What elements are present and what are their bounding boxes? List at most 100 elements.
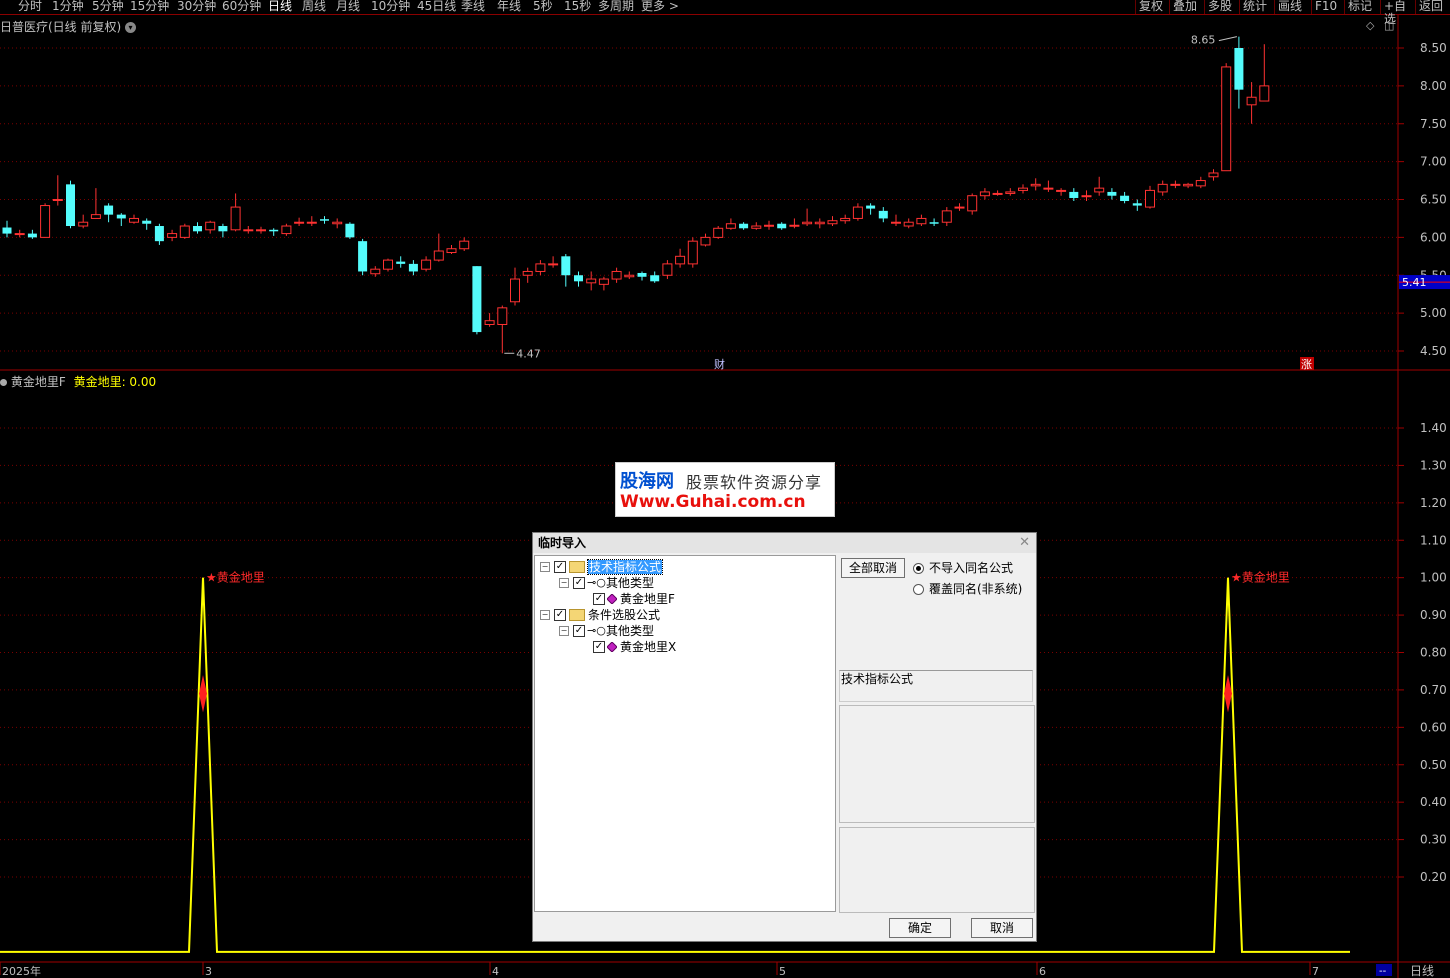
indicator-tick-label: 1.20 [1420, 496, 1447, 510]
period-tab-4[interactable]: 30分钟 [177, 0, 216, 13]
collapse-icon[interactable]: − [540, 609, 550, 620]
candle-body [193, 226, 202, 232]
toolbar-button-7[interactable]: +自选 [1380, 0, 1415, 26]
tree-node-other-1[interactable]: − ✓ ⊸○其他类型 [559, 574, 654, 590]
diamond-icon[interactable]: ◇ [1366, 19, 1374, 32]
chart-settings-icons[interactable]: ◇ ◫ [1366, 19, 1394, 32]
candle-body [78, 221, 89, 227]
candle-body [929, 222, 939, 224]
tree-node-select[interactable]: − ✓ 条件选股公式 [540, 606, 660, 622]
period-tab-6[interactable]: 日线 [268, 0, 292, 13]
close-icon[interactable]: ✕ [1019, 535, 1030, 550]
tree-label-formula-x[interactable]: 黄金地里X [620, 640, 676, 654]
low-price-label: 4.47 [516, 347, 541, 360]
candle-body [586, 278, 597, 284]
tree-label-formula-f[interactable]: 黄金地里F [620, 592, 675, 606]
candle-body [1107, 191, 1117, 196]
tree-node-formula-x[interactable]: ✓ 黄金地里X [589, 638, 676, 654]
price-tick-label: 7.00 [1420, 155, 1447, 169]
radio-overwrite[interactable]: 覆盖同名(非系统) [913, 582, 1022, 596]
period-tab-5[interactable]: 60分钟 [222, 0, 261, 13]
cancel-button[interactable]: 取消 [971, 918, 1033, 938]
last-price-label: 5.41 [1402, 276, 1427, 289]
dropdown-icon[interactable]: ▾ [125, 22, 137, 33]
candle-body [574, 275, 583, 282]
indicator-tick-label: 0.30 [1420, 833, 1447, 847]
tree-label-other-1[interactable]: 其他类型 [606, 576, 654, 590]
tree-label-tech[interactable]: 技术指标公式 [586, 558, 664, 575]
tree-label-other-2[interactable]: 其他类型 [606, 624, 654, 638]
tree-node-formula-f[interactable]: ✓ 黄金地里F [589, 590, 675, 606]
period-tab-13[interactable]: 5秒 [533, 0, 553, 13]
period-tab-12[interactable]: 年线 [497, 0, 521, 13]
tree-label-select[interactable]: 条件选股公式 [588, 608, 660, 622]
ok-button[interactable]: 确定 [889, 918, 951, 938]
period-tab-8[interactable]: 月线 [336, 0, 360, 13]
period-tab-2[interactable]: 5分钟 [92, 0, 124, 13]
checkbox-tech[interactable]: ✓ [554, 560, 566, 573]
candle-body [624, 274, 635, 278]
candle-body [650, 275, 660, 282]
period-tab-11[interactable]: 季线 [461, 0, 485, 13]
period-tab-7[interactable]: 周线 [302, 0, 326, 13]
candle-body [358, 241, 368, 272]
toolbar-button-5[interactable]: F10 [1311, 0, 1344, 14]
checkbox-other-1[interactable]: ✓ [573, 576, 585, 589]
candle-body [484, 320, 495, 325]
deselect-all-button[interactable]: 全部取消 [841, 558, 905, 578]
candle-body [218, 226, 228, 232]
candle-body [205, 221, 216, 231]
candle-body [777, 223, 787, 229]
period-tab-9[interactable]: 10分钟 [371, 0, 410, 13]
indicator-header: 黄金地里F 黄金地里: 0.00 [0, 373, 156, 390]
candle-body [1208, 172, 1219, 178]
indicator-dot-icon[interactable] [0, 379, 7, 386]
date-label: 5 [779, 965, 786, 978]
formula-tree[interactable]: − ✓ 技术指标公式 − ✓ ⊸○其他类型 ✓ 黄金地里F − ✓ 条件选股公式 − ✓ ⊸○其他… [534, 555, 836, 912]
toolbar-button-8[interactable]: 返回 [1415, 0, 1450, 14]
toolbar-button-4[interactable]: 画线 [1274, 0, 1311, 14]
period-tab-15[interactable]: 多周期 [598, 0, 634, 13]
candle-body [1094, 187, 1105, 193]
collapse-icon[interactable]: − [540, 561, 550, 572]
toolbar-button-0[interactable]: 复权 [1135, 0, 1169, 14]
radio-no-import[interactable]: 不导入同名公式 [913, 561, 1013, 575]
date-label: 7 [1312, 965, 1319, 978]
radio-no-import-label: 不导入同名公式 [929, 561, 1014, 575]
candle-body [1069, 191, 1079, 198]
checkbox-other-2[interactable]: ✓ [573, 624, 585, 637]
candle-body [852, 206, 863, 219]
toolbar-button-3[interactable]: 统计 [1239, 0, 1274, 14]
radio-button[interactable] [913, 563, 924, 574]
candle-body [243, 229, 254, 232]
tree-node-other-2[interactable]: − ✓ ⊸○其他类型 [559, 622, 654, 638]
period-tab-0[interactable]: 分时 [18, 0, 42, 13]
tree-node-tech[interactable]: − ✓ 技术指标公式 [540, 558, 664, 575]
candle-body [1183, 183, 1194, 187]
candle-body [814, 221, 825, 225]
window-icon[interactable]: ◫ [1384, 19, 1394, 32]
checkbox-formula-f[interactable]: ✓ [593, 592, 605, 605]
collapse-icon[interactable]: − [559, 577, 569, 588]
toolbar-button-1[interactable]: 叠加 [1169, 0, 1204, 14]
candle-body [764, 224, 774, 227]
period-tab-10[interactable]: 45日线 [417, 0, 456, 13]
candle-body [662, 263, 673, 276]
candle-body [1234, 48, 1244, 90]
checkbox-select[interactable]: ✓ [554, 608, 566, 621]
period-tab-1[interactable]: 1分钟 [52, 0, 84, 13]
checkbox-formula-x[interactable]: ✓ [593, 640, 605, 653]
candle-body [116, 214, 126, 219]
candle-body [802, 221, 813, 225]
candle-body [916, 217, 927, 225]
period-tab-3[interactable]: 15分钟 [130, 0, 169, 13]
indicator-name[interactable]: 黄金地里F [11, 375, 66, 389]
toolbar-button-2[interactable]: 多股 [1204, 0, 1239, 14]
period-tab-16[interactable]: 更多 > [641, 0, 679, 13]
signal-arrow-icon [1224, 674, 1232, 713]
candle-body [700, 236, 711, 246]
toolbar-button-6[interactable]: 标记 [1344, 0, 1380, 14]
period-tab-14[interactable]: 15秒 [564, 0, 591, 13]
radio-button[interactable] [913, 584, 924, 595]
collapse-icon[interactable]: − [559, 625, 569, 636]
